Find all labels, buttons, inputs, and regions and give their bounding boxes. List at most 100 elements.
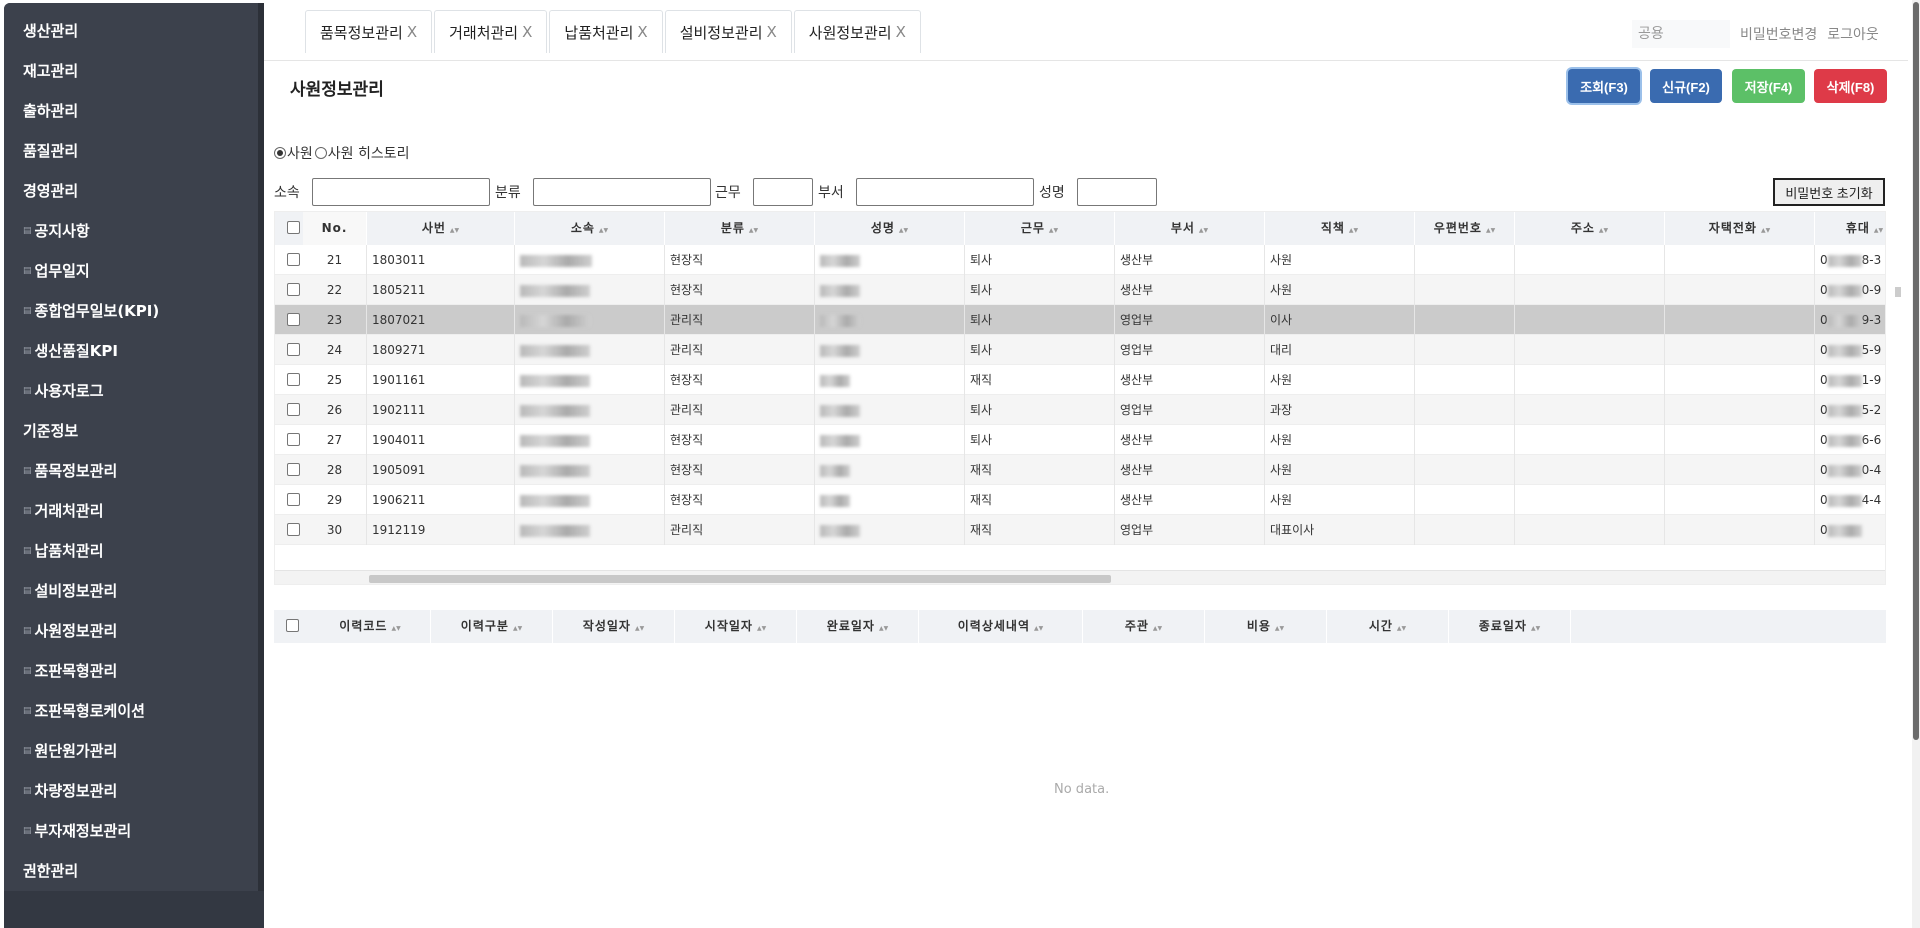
tab[interactable]: 거래처관리 X — [434, 10, 548, 53]
reset-password-button[interactable]: 비밀번호 초기화 — [1773, 178, 1885, 206]
column-header[interactable]: 자택전화 ▲▼ — [1665, 212, 1815, 245]
column-header[interactable]: 분류 ▲▼ — [665, 212, 815, 245]
change-password-link[interactable]: 비밀번호변경 — [1740, 24, 1817, 44]
name-input[interactable] — [1077, 178, 1157, 206]
sidebar-item[interactable]: 품질관리 — [23, 141, 78, 161]
page-scrollbar[interactable] — [1912, 0, 1920, 928]
sort-icon[interactable]: ▲▼ — [1531, 625, 1540, 632]
table-row[interactable]: 28 1905091 현장직 재직 생산부 사원 0 0-4 — [275, 455, 1885, 485]
tab[interactable]: 품목정보관리 X — [305, 10, 433, 53]
table-row[interactable]: 29 1906211 현장직 재직 생산부 사원 0 4-4 — [275, 485, 1885, 515]
tab[interactable]: 설비정보관리 X — [664, 10, 792, 53]
sidebar-item[interactable]: ▤ 원단원가관리 — [23, 741, 117, 761]
table-row[interactable]: 26 1902111 관리직 퇴사 영업부 과장 0 5-2 — [275, 395, 1885, 425]
sort-icon[interactable]: ▲▼ — [635, 625, 644, 632]
new-button[interactable]: 신규(F2) — [1650, 69, 1722, 103]
sidebar-item[interactable]: 기준정보 — [23, 421, 78, 441]
sidebar-item[interactable]: ▤ 납품처관리 — [23, 541, 104, 561]
sort-icon[interactable]: ▲▼ — [757, 625, 766, 632]
row-checkbox[interactable] — [287, 523, 300, 536]
table-row[interactable]: 24 1809271 관리직 퇴사 영업부 대리 0 5-9 — [275, 335, 1885, 365]
grid-horizontal-scrollbar[interactable] — [275, 570, 1885, 584]
sidebar-item[interactable]: ▤ 거래처관리 — [23, 501, 104, 521]
sort-icon[interactable]: ▲▼ — [1486, 227, 1495, 234]
history-select-all-checkbox[interactable] — [286, 619, 299, 632]
page-scroll-thumb[interactable] — [1913, 2, 1919, 740]
affiliation-input[interactable] — [312, 178, 490, 206]
grid-vertical-scrollbar[interactable] — [1895, 287, 1901, 297]
column-header[interactable]: 사번 ▲▼ — [367, 212, 515, 245]
dept-input[interactable] — [856, 178, 1034, 206]
sort-icon[interactable]: ▲▼ — [1275, 625, 1284, 632]
history-column-header[interactable]: 시간 ▲▼ — [1327, 610, 1449, 643]
column-header[interactable]: 우편번호 ▲▼ — [1415, 212, 1515, 245]
sidebar-item[interactable]: 재고관리 — [23, 61, 78, 81]
sidebar-item[interactable]: ▤ 부자재정보관리 — [23, 821, 131, 841]
table-row[interactable]: 21 1803011 현장직 퇴사 생산부 사원 0 8-3 — [275, 245, 1885, 275]
sidebar-item[interactable]: 생산관리 — [23, 21, 78, 41]
sidebar-item[interactable]: ▤ 설비정보관리 — [23, 581, 117, 601]
table-row[interactable]: 25 1901161 현장직 재직 생산부 사원 0 1-9 — [275, 365, 1885, 395]
history-column-header[interactable]: 주관 ▲▼ — [1083, 610, 1205, 643]
sidebar-item[interactable]: 경영관리 — [23, 181, 78, 201]
delete-button[interactable]: 삭제(F8) — [1814, 69, 1887, 103]
sort-icon[interactable]: ▲▼ — [749, 227, 758, 234]
tab-close-icon[interactable]: X — [896, 23, 906, 41]
column-header[interactable]: 부서 ▲▼ — [1115, 212, 1265, 245]
tab[interactable]: 사원정보관리 X — [793, 10, 921, 53]
history-column-header[interactable]: 이력상세내역 ▲▼ — [919, 610, 1083, 643]
sort-icon[interactable]: ▲▼ — [599, 227, 608, 234]
select-all-checkbox[interactable] — [287, 221, 300, 234]
column-header[interactable]: 근무 ▲▼ — [965, 212, 1115, 245]
sidebar-item[interactable]: ▤ 공지사항 — [23, 221, 90, 241]
sort-icon[interactable]: ▲▼ — [899, 227, 908, 234]
column-header[interactable]: 소속 ▲▼ — [515, 212, 665, 245]
sidebar-item[interactable]: ▤ 사용자로그 — [23, 381, 104, 401]
sort-icon[interactable]: ▲▼ — [1761, 227, 1770, 234]
row-checkbox[interactable] — [287, 283, 300, 296]
scroll-thumb[interactable] — [369, 575, 1111, 583]
sidebar-item[interactable]: ▤ 생산품질KPI — [23, 341, 118, 361]
history-column-header[interactable]: 이력코드 ▲▼ — [310, 610, 431, 643]
sort-icon[interactable]: ▲▼ — [1599, 227, 1608, 234]
sort-icon[interactable]: ▲▼ — [1153, 625, 1162, 632]
sort-icon[interactable]: ▲▼ — [1034, 625, 1043, 632]
history-column-header[interactable]: 이력구분 ▲▼ — [431, 610, 553, 643]
logout-link[interactable]: 로그아웃 — [1827, 24, 1879, 44]
tab-close-icon[interactable]: X — [407, 23, 417, 41]
sidebar-item[interactable]: 출하관리 — [23, 101, 78, 121]
history-column-header[interactable]: 작성일자 ▲▼ — [553, 610, 675, 643]
history-column-header[interactable]: 종료일자 ▲▼ — [1449, 610, 1571, 643]
row-checkbox[interactable] — [287, 403, 300, 416]
sort-icon[interactable]: ▲▼ — [513, 625, 522, 632]
row-checkbox[interactable] — [287, 493, 300, 506]
sidebar-item[interactable]: ▤ 조판목형로케이션 — [23, 701, 145, 721]
sidebar-item[interactable]: 권한관리 — [23, 861, 78, 881]
column-header[interactable]: 휴대 ▲▼ — [1815, 212, 1885, 245]
search-button[interactable]: 조회(F3) — [1568, 69, 1640, 103]
table-row[interactable]: 30 1912119 관리직 재직 영업부 대표이사 0 — [275, 515, 1885, 545]
tab[interactable]: 납품처관리 X — [549, 10, 663, 53]
history-column-header[interactable]: 비용 ▲▼ — [1205, 610, 1327, 643]
sidebar-item[interactable]: ▤ 조판목형관리 — [23, 661, 117, 681]
row-checkbox[interactable] — [287, 463, 300, 476]
sort-icon[interactable]: ▲▼ — [1349, 227, 1358, 234]
history-column-header[interactable]: 완료일자 ▲▼ — [797, 610, 919, 643]
row-checkbox[interactable] — [287, 343, 300, 356]
sort-icon[interactable]: ▲▼ — [1049, 227, 1058, 234]
category-input[interactable] — [533, 178, 711, 206]
sidebar-item[interactable]: ▤ 업무일지 — [23, 261, 90, 281]
radio-employee[interactable] — [274, 147, 286, 159]
sidebar-item[interactable]: ▤ 차량정보관리 — [23, 781, 117, 801]
tab-close-icon[interactable]: X — [522, 23, 532, 41]
sort-icon[interactable]: ▲▼ — [391, 625, 400, 632]
column-header[interactable]: 성명 ▲▼ — [815, 212, 965, 245]
sort-icon[interactable]: ▲▼ — [1874, 227, 1883, 234]
table-row[interactable]: 23 1807021 관리직 퇴사 영업부 이사 0 9-3 — [275, 305, 1885, 335]
sidebar-item[interactable]: ▤ 종합업무일보(KPI) — [23, 301, 159, 321]
column-header[interactable]: 직책 ▲▼ — [1265, 212, 1415, 245]
column-header[interactable]: No. — [303, 212, 367, 245]
save-button[interactable]: 저장(F4) — [1732, 69, 1805, 103]
history-column-header[interactable]: 시작일자 ▲▼ — [675, 610, 797, 643]
sidebar-scrollbar[interactable] — [258, 3, 264, 891]
